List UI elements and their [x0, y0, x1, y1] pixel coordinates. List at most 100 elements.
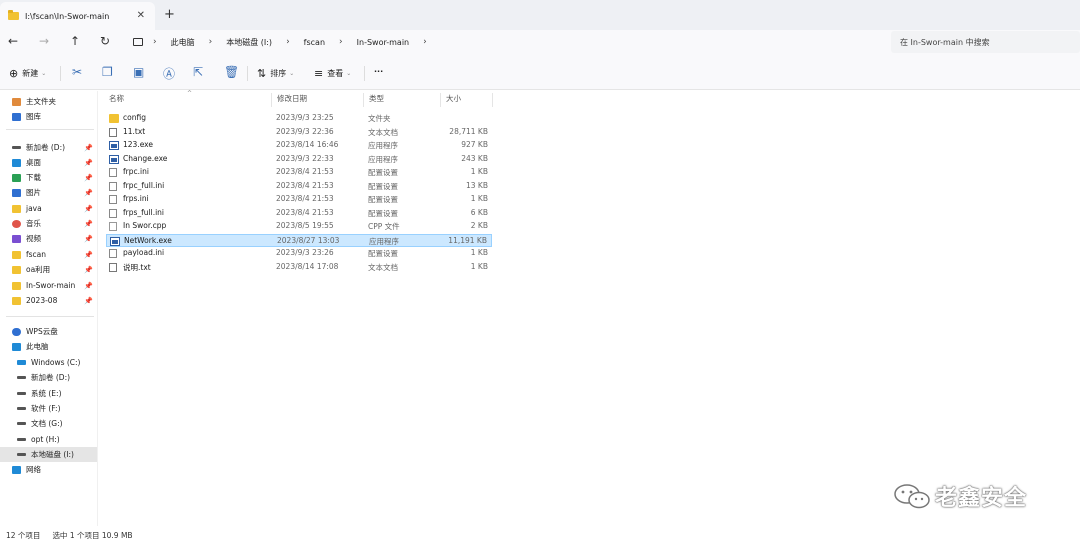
sidebar-item-home[interactable]: 主文件夹 [0, 94, 97, 109]
sidebar-item-downloads[interactable]: 下载 📌 [0, 170, 97, 185]
sidebar-item-videos[interactable]: 视频 📌 [0, 231, 97, 246]
file-type: 文件夹 [368, 114, 391, 123]
ini-file-icon [109, 195, 117, 204]
sidebar-item-d-drive[interactable]: 新加卷 (D:) 📌 [0, 140, 97, 155]
view-icon: ≡ [314, 67, 324, 80]
column-header-type[interactable]: 类型 [364, 93, 441, 107]
breadcrumb-item[interactable]: 本地磁盘 (I:) [226, 37, 272, 48]
search-input[interactable]: 在 In-Swor-main 中搜索 [891, 31, 1080, 53]
sidebar-item-music[interactable]: 音乐 📌 [0, 216, 97, 231]
cut-icon[interactable]: ✂ [72, 65, 82, 79]
sidebar-item-label: 系统 (E:) [31, 389, 62, 398]
sidebar-item-this-pc[interactable]: 此电脑 [0, 339, 97, 354]
new-tab-button[interactable]: + [164, 7, 175, 22]
sidebar-item-d-drive-pc[interactable]: 新加卷 (D:) [0, 370, 97, 385]
up-arrow-icon[interactable]: ↑ [70, 34, 80, 48]
sidebar-item-fscan[interactable]: fscan 📌 [0, 247, 97, 262]
column-header-name[interactable]: 名称 [104, 93, 272, 107]
sidebar-item-in-swor-main[interactable]: In-Swor-main 📌 [0, 278, 97, 293]
file-size: 927 KB [461, 140, 488, 149]
file-modified: 2023/8/4 21:53 [276, 180, 334, 190]
sidebar-item-network[interactable]: 网络 [0, 462, 97, 477]
copy-icon[interactable]: ❐ [102, 65, 113, 79]
table-row[interactable]: frpc_full.ini 2023/8/4 21:53 配置设置 13 KB [106, 180, 492, 194]
paste-icon[interactable]: ▣ [133, 65, 144, 79]
rename-icon[interactable]: Ⓐ [163, 65, 175, 82]
folder-icon [8, 10, 19, 20]
sidebar-item-h-drive[interactable]: opt (H:) [0, 432, 97, 447]
table-row[interactable]: frps_full.ini 2023/8/4 21:53 配置设置 6 KB [106, 207, 492, 221]
sidebar-item-pictures[interactable]: 图片 📌 [0, 185, 97, 200]
breadcrumb-item[interactable]: In-Swor-main [357, 38, 409, 47]
table-row[interactable]: frpc.ini 2023/8/4 21:53 配置设置 1 KB [106, 166, 492, 180]
table-row[interactable]: Change.exe 2023/9/3 22:33 应用程序 243 KB [106, 153, 492, 167]
column-header-modified[interactable]: 修改日期 [272, 93, 364, 107]
cpp-file-icon [109, 222, 117, 231]
file-name: config [123, 113, 146, 122]
refresh-icon[interactable]: ↻ [100, 34, 110, 48]
sidebar-item-e-drive[interactable]: 系统 (E:) [0, 386, 97, 401]
table-row[interactable]: In Swor.cpp 2023/8/5 19:55 CPP 文件 2 KB [106, 220, 492, 234]
file-modified: 2023/8/14 17:08 [276, 261, 339, 271]
file-modified: 2023/9/3 22:33 [276, 153, 334, 163]
pin-icon: 📌 [84, 204, 93, 213]
navigation-pane: 主文件夹 图库 新加卷 (D:) 📌 桌面 📌 下载 📌 图片 📌 java 📌… [0, 91, 97, 526]
file-type: 文本文档 [368, 127, 398, 137]
desktop-icon [12, 158, 21, 167]
computer-icon [12, 342, 21, 351]
drive-icon [17, 376, 26, 379]
table-row[interactable]: NetWork.exe 2023/8/27 13:03 应用程序 11,191 KB [106, 233, 492, 247]
file-type: 配置设置 [368, 181, 398, 191]
file-name: Change.exe [123, 153, 168, 163]
file-type: 应用程序 [368, 154, 398, 164]
sidebar-item-label: 图库 [26, 112, 41, 121]
file-type: 文本文档 [368, 262, 398, 272]
share-icon[interactable]: ⇱ [193, 65, 203, 79]
sidebar-item-label: 文档 (G:) [31, 419, 63, 428]
pin-icon: 📌 [84, 219, 93, 228]
table-row[interactable]: 11.txt 2023/9/3 22:36 文本文档 28,711 KB [106, 126, 492, 140]
breadcrumb-item[interactable]: fscan [304, 38, 325, 47]
sidebar-item-label: WPS云盘 [26, 327, 58, 336]
view-button[interactable]: ≡ 查看 ⌄ [314, 67, 351, 80]
close-icon[interactable]: ✕ [137, 10, 145, 21]
table-row[interactable]: frps.ini 2023/8/4 21:53 配置设置 1 KB [106, 193, 492, 207]
tab-current-folder[interactable]: I:\fscan\In-Swor-main ✕ [0, 2, 155, 30]
sidebar-item-wps-cloud[interactable]: WPS云盘 [0, 324, 97, 339]
sidebar-item-c-drive[interactable]: Windows (C:) [0, 355, 97, 370]
sidebar-item-java[interactable]: java 📌 [0, 201, 97, 216]
table-row[interactable]: payload.ini 2023/9/3 23:26 配置设置 1 KB [106, 247, 492, 261]
sidebar-item-label: fscan [26, 250, 47, 259]
chevron-down-icon: ⌄ [346, 70, 352, 77]
column-header-size[interactable]: 大小 [441, 93, 493, 107]
table-row[interactable]: 123.exe 2023/8/14 16:46 应用程序 927 KB [106, 139, 492, 153]
ini-file-icon [109, 249, 117, 258]
forward-arrow-icon[interactable]: → [39, 34, 49, 48]
file-modified: 2023/8/4 21:53 [276, 207, 334, 217]
breadcrumb-item[interactable]: 此电脑 [171, 37, 195, 48]
computer-icon [133, 38, 143, 46]
table-row[interactable]: config 2023/9/3 23:25 文件夹 [106, 112, 492, 126]
delete-icon[interactable]: 🗑 [224, 65, 239, 79]
more-options-icon[interactable]: ··· [374, 67, 383, 76]
file-name: frpc.ini [123, 167, 149, 176]
sidebar-item-f-drive[interactable]: 软件 (F:) [0, 401, 97, 416]
folder-icon [12, 281, 21, 290]
pin-icon: 📌 [84, 281, 93, 290]
new-button[interactable]: ⊕ 新建 ⌄ [9, 67, 46, 80]
sidebar-item-g-drive[interactable]: 文档 (G:) [0, 416, 97, 431]
back-arrow-icon[interactable]: ← [8, 34, 18, 48]
sidebar-item-oa[interactable]: oa利用 📌 [0, 262, 97, 277]
file-size: 243 KB [461, 153, 488, 163]
sidebar-item-i-drive[interactable]: 本地磁盘 (I:) [0, 447, 97, 462]
ini-file-icon [109, 168, 117, 177]
sidebar-item-desktop[interactable]: 桌面 📌 [0, 155, 97, 170]
breadcrumb[interactable]: › 此电脑 › 本地磁盘 (I:) › fscan › In-Swor-main… [126, 31, 882, 53]
sort-button[interactable]: ⇅ 排序 ⌄ [257, 67, 294, 80]
pane-splitter[interactable] [97, 91, 98, 526]
sidebar-item-gallery[interactable]: 图库 [0, 109, 97, 124]
file-size: 28,711 KB [449, 126, 488, 136]
table-row[interactable]: 说明.txt 2023/8/14 17:08 文本文档 1 KB [106, 261, 492, 275]
sidebar-item-label: 音乐 [26, 219, 41, 228]
sidebar-item-2023-08[interactable]: 2023-08 📌 [0, 293, 97, 308]
